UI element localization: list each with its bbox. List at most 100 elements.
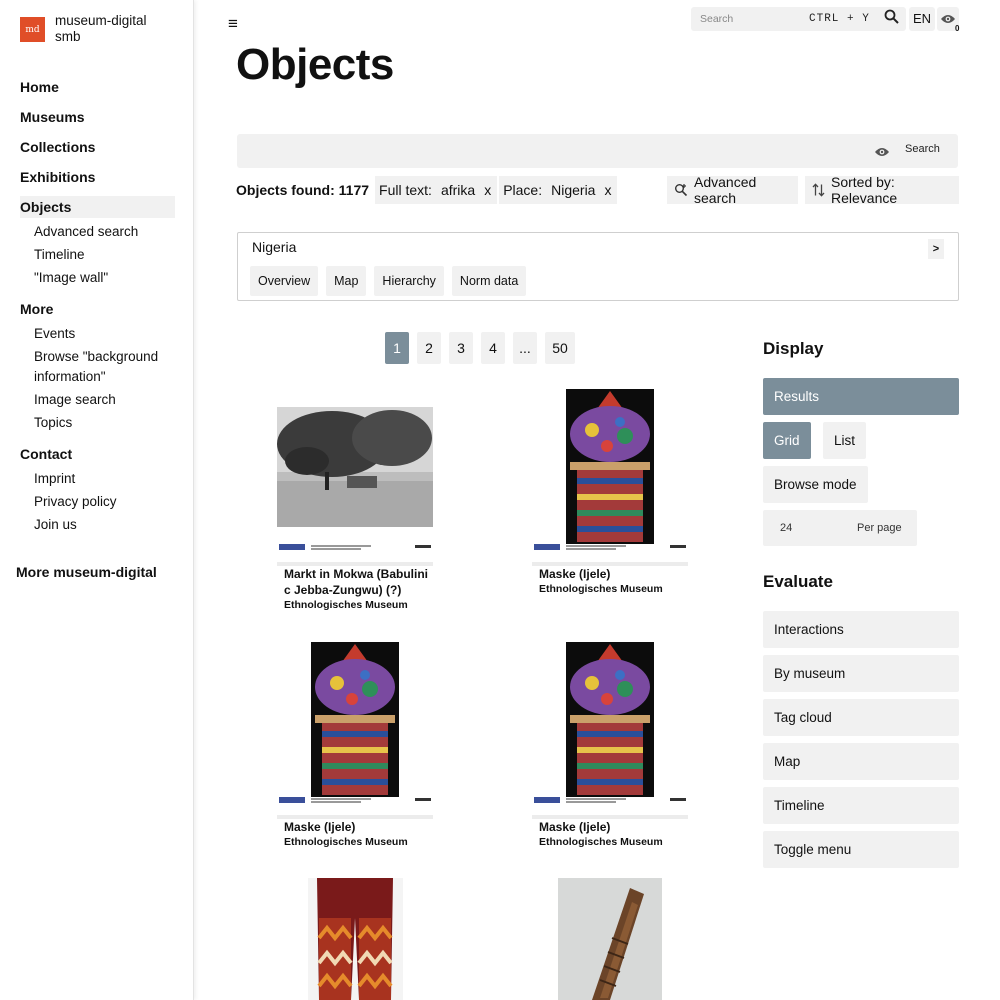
top-search-input[interactable]	[691, 8, 809, 30]
sidebar-group-contact: Contact Imprint Privacy policy Join us	[20, 443, 175, 535]
sidebar-item-privacy[interactable]: Privacy policy	[34, 492, 175, 512]
sidebar-item-home[interactable]: Home	[20, 76, 175, 98]
more-museum-digital-link[interactable]: More museum-digital	[16, 561, 157, 583]
evaluate-timeline-button[interactable]: Timeline	[763, 787, 959, 824]
sidebar-item-join-us[interactable]: Join us	[34, 515, 175, 535]
filter-chip-place: Place: Nigeria x	[499, 176, 618, 204]
place-expand-button[interactable]: >	[928, 239, 944, 259]
place-tabs: Overview Map Hierarchy Norm data	[250, 266, 534, 296]
grid-view-button[interactable]: Grid	[763, 422, 811, 459]
results-button[interactable]: Results	[763, 378, 959, 415]
object-card[interactable]: Maske (Ijele) Ethnologisches Museum	[532, 639, 688, 849]
per-page-value: 24	[780, 522, 793, 534]
main-search-input[interactable]	[237, 134, 857, 168]
sidebar-group-more: More Events Browse "background informati…	[20, 298, 175, 433]
search-icon[interactable]	[883, 8, 901, 26]
browse-mode-button[interactable]: Browse mode	[763, 466, 868, 503]
object-thumbnail[interactable]	[277, 878, 433, 1000]
object-image	[308, 878, 403, 1000]
sort-label: Sorted by: Relevance	[831, 174, 898, 206]
evaluate-tag-cloud-button[interactable]: Tag cloud	[763, 699, 959, 736]
page-title: Objects	[236, 40, 394, 89]
page-button[interactable]: 50	[545, 332, 575, 364]
evaluate-heading: Evaluate	[763, 572, 833, 591]
sidebar-item-more[interactable]: More	[20, 298, 175, 320]
object-image	[558, 878, 662, 1000]
results-summary: Objects found: 1177 Full text: afrika x …	[236, 176, 619, 204]
sort-icon	[812, 183, 825, 197]
place-tab-map[interactable]: Map	[326, 266, 367, 296]
sidebar-item-museums[interactable]: Museums	[20, 106, 175, 128]
list-view-button[interactable]: List	[823, 422, 867, 459]
object-image	[277, 642, 433, 819]
evaluate-interactions-button[interactable]: Interactions	[763, 611, 959, 648]
sidebar-item-image-wall[interactable]: "Image wall"	[34, 268, 175, 288]
filter-value: afrika	[440, 182, 476, 198]
sidebar-item-timeline[interactable]: Timeline	[34, 245, 175, 265]
object-thumbnail[interactable]	[277, 386, 433, 566]
sidebar-item-contact[interactable]: Contact	[20, 443, 175, 465]
main-search-button[interactable]: Search	[905, 143, 940, 155]
place-tab-overview[interactable]: Overview	[250, 266, 319, 296]
filter-key: Full text:	[379, 182, 432, 198]
object-title[interactable]: Maske (Ijele)	[532, 566, 688, 582]
brand[interactable]: md museum-digital smb	[20, 13, 165, 45]
sidebar-item-collections[interactable]: Collections	[20, 136, 175, 158]
page-button[interactable]: 4	[481, 332, 505, 364]
page-button[interactable]: 1	[385, 332, 409, 364]
sidebar-group-objects: Objects Advanced search Timeline "Image …	[20, 196, 175, 288]
object-card[interactable]: Markt in Mokwa (Babulini c Jebba-Zungwu)…	[277, 386, 433, 612]
evaluate-map-button[interactable]: Map	[763, 743, 959, 780]
sidebar-item-advanced-search[interactable]: Advanced search	[34, 222, 175, 242]
advanced-search-label: Advanced search	[694, 174, 757, 206]
filter-remove-button[interactable]: x	[484, 182, 491, 198]
sort-button[interactable]: Sorted by: Relevance	[805, 174, 959, 206]
object-card[interactable]: Maske (Ijele) Ethnologisches Museum	[532, 386, 688, 596]
advanced-search-icon	[674, 183, 688, 197]
sidebar-item-background-info[interactable]: Browse "background information"	[34, 347, 175, 387]
object-image	[532, 389, 688, 566]
eye-icon[interactable]	[874, 146, 890, 158]
place-card: Nigeria > Overview Map Hierarchy Norm da…	[237, 232, 959, 301]
keyboard-shortcut: CTRL + Y	[809, 13, 870, 25]
sidebar-item-imprint[interactable]: Imprint	[34, 469, 175, 489]
toggle-menu-button[interactable]: Toggle menu	[763, 831, 959, 868]
object-thumbnail[interactable]	[532, 878, 688, 1000]
main-search-box	[237, 134, 958, 168]
object-card[interactable]	[532, 878, 688, 1000]
sidebar-item-events[interactable]: Events	[34, 324, 175, 344]
per-page-select[interactable]: 24 Per page	[763, 510, 917, 546]
place-tab-norm-data[interactable]: Norm data	[451, 266, 527, 296]
object-museum: Ethnologisches Museum	[539, 583, 663, 595]
object-card[interactable]	[277, 878, 433, 1000]
object-museum: Ethnologisches Museum	[284, 599, 408, 611]
object-museum: Ethnologisches Museum	[539, 836, 663, 848]
object-title[interactable]: Maske (Ijele)	[277, 819, 433, 835]
object-thumbnail[interactable]	[532, 386, 688, 566]
object-title[interactable]: Markt in Mokwa (Babulini c Jebba-Zungwu)…	[277, 566, 433, 598]
page-button[interactable]: 2	[417, 332, 441, 364]
per-page-label: Per page	[857, 522, 902, 534]
page-button[interactable]: 3	[449, 332, 473, 364]
evaluate-by-museum-button[interactable]: By museum	[763, 655, 959, 692]
place-tab-hierarchy[interactable]: Hierarchy	[374, 266, 444, 296]
object-thumbnail[interactable]	[532, 639, 688, 819]
object-thumbnail[interactable]	[277, 639, 433, 819]
brand-name[interactable]: museum-digital smb	[55, 13, 165, 45]
object-card[interactable]: Maske (Ijele) Ethnologisches Museum	[277, 639, 433, 849]
sidebar: md museum-digital smb Home Museums Colle…	[0, 0, 194, 1000]
object-title[interactable]: Maske (Ijele)	[532, 819, 688, 835]
sidebar-item-exhibitions[interactable]: Exhibitions	[20, 166, 175, 188]
objects-found-count: Objects found: 1177	[236, 182, 370, 198]
brand-logo[interactable]: md	[20, 17, 45, 42]
sidebar-item-objects[interactable]: Objects	[20, 196, 175, 218]
object-image	[277, 407, 433, 566]
eye-icon	[941, 15, 955, 23]
menu-toggle-icon[interactable]: ≡	[228, 14, 238, 34]
sidebar-item-topics[interactable]: Topics	[34, 413, 175, 433]
language-button[interactable]: EN	[909, 7, 935, 31]
sidebar-item-image-search[interactable]: Image search	[34, 390, 175, 410]
filter-value: Nigeria	[551, 182, 596, 198]
advanced-search-button[interactable]: Advanced search	[667, 174, 798, 206]
filter-remove-button[interactable]: x	[604, 182, 611, 198]
